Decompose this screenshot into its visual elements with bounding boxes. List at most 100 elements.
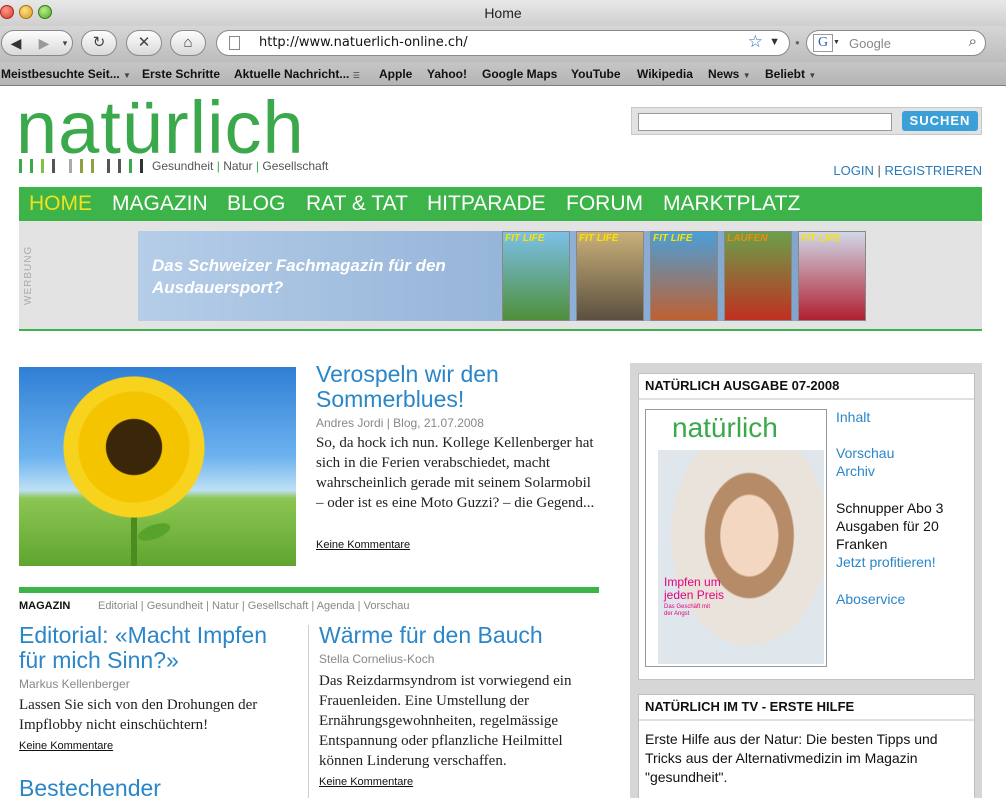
bookmark-label: News — [708, 67, 740, 81]
browser-toolbar: ◀ ▶ ▾ ↻ ✕ ⌂ http://www.natuerlich-online… — [0, 26, 1006, 62]
back-arrow-icon[interactable]: ◀ — [4, 32, 28, 54]
trial-subscription-text: Schnupper Abo 3 Ausgaben für 20 Franken — [836, 500, 944, 552]
column-divider — [308, 625, 309, 798]
issue-box: NATÜRLICH AUSGABE 07-2008 natürlich Impf… — [638, 373, 975, 680]
site-search-input[interactable] — [638, 113, 892, 131]
home-icon[interactable]: ⌂ — [170, 30, 206, 56]
bookmark-google-maps[interactable]: Google Maps — [482, 67, 557, 81]
ad-magazine-cover: FIT LIFE — [798, 231, 866, 321]
bookmark-meistbesuchte[interactable]: Meistbesuchte Seit... ▼ — [1, 67, 131, 81]
article-teaser: Lassen Sie sich von den Drohungen der Im… — [19, 697, 258, 733]
bookmark-label: Google Maps — [482, 67, 558, 81]
cover-photo: Impfen um jeden Preis Das Geschäft mit d… — [658, 450, 824, 664]
url-dropdown-icon[interactable]: ▼ — [769, 36, 780, 48]
chevron-down-icon: ▼ — [742, 71, 751, 80]
back-forward-group: ◀ ▶ ▾ — [1, 30, 73, 56]
bookmark-apple[interactable]: Apple — [379, 67, 412, 81]
search-button[interactable]: SUCHEN — [902, 111, 978, 131]
cover-subline: Das Geschäft mit der Angst — [664, 604, 711, 617]
ad-magazine-cover: FIT LIFE — [502, 231, 570, 321]
magazine-cover-image[interactable]: natürlich Impfen um jeden Preis Das Gesc… — [645, 409, 827, 667]
issue-box-title: NATÜRLICH AUSGABE 07-2008 — [645, 378, 840, 393]
feature-body: So, da hock ich nun. Kollege Kellenberge… — [316, 435, 595, 511]
tv-box-title: NATÜRLICH IM TV - ERSTE HILFE — [645, 699, 855, 714]
login-link[interactable]: LOGIN — [833, 163, 873, 178]
feature-comments-link[interactable]: Keine Kommentare — [316, 539, 410, 551]
search-icon[interactable]: ⌕ — [969, 33, 977, 50]
ad-banner[interactable]: Das Schweizer Fachmagazin für den Ausdau… — [138, 231, 866, 321]
advertising-label: WERBUNG — [23, 245, 34, 305]
bookmark-label: Aktuelle Nachricht... — [234, 67, 350, 81]
bookmark-wikipedia[interactable]: Wikipedia — [637, 67, 693, 81]
browser-search-bar[interactable]: G ▼ Google ⌕ — [806, 30, 986, 56]
ad-magazine-cover: LAUFEN — [724, 231, 792, 321]
subscription-service-link[interactable]: Aboservice — [836, 591, 905, 607]
nav-forum[interactable]: FORUM — [566, 192, 643, 216]
magazin-heading: MAGAZIN — [19, 600, 71, 612]
advertising-band: WERBUNG Das Schweizer Fachmagazin für de… — [19, 221, 982, 331]
site-tagline: Gesundheit | Natur | Gesellschaft — [152, 159, 329, 173]
sunflower-image[interactable] — [19, 367, 296, 566]
bookmark-label: Meistbesuchte Seit... — [1, 67, 120, 81]
article-author: Markus Kellenberger — [19, 677, 130, 691]
article-comments-link[interactable]: Keine Kommentare — [319, 776, 413, 788]
bookmark-label: Beliebt — [765, 67, 806, 81]
nav-home[interactable]: HOME — [29, 192, 92, 216]
url-text[interactable]: http://www.natuerlich-online.ch/ — [259, 35, 468, 50]
page-icon — [229, 36, 240, 50]
article-title[interactable]: Editorial: «Macht Impfen für mich Sinn?» — [19, 623, 299, 673]
nav-blog[interactable]: BLOG — [227, 192, 285, 216]
tv-box: NATÜRLICH IM TV - ERSTE HILFE Erste Hilf… — [638, 694, 975, 798]
address-bar[interactable]: http://www.natuerlich-online.ch/ ☆ ▼ — [216, 30, 790, 56]
section-divider — [19, 587, 599, 593]
chevron-down-icon: ▼ — [123, 71, 131, 80]
bookmark-yahoo[interactable]: Yahoo! — [427, 67, 467, 81]
ad-magazine-cover: FIT LIFE — [576, 231, 644, 321]
nav-rat-tat[interactable]: RAT & TAT — [306, 192, 408, 216]
article-title[interactable]: Bestechender — [19, 776, 299, 798]
nav-magazin[interactable]: MAGAZIN — [112, 192, 208, 216]
issue-contents-link[interactable]: Inhalt — [836, 409, 870, 425]
reload-icon[interactable]: ↻ — [81, 30, 117, 56]
article-title[interactable]: Wärme für den Bauch — [319, 623, 599, 648]
bookmark-star-icon[interactable]: ☆ — [748, 32, 763, 52]
google-engine-icon[interactable]: G — [813, 34, 833, 52]
forward-arrow-icon[interactable]: ▶ — [32, 32, 56, 54]
right-sidebar: NATÜRLICH AUSGABE 07-2008 natürlich Impf… — [630, 363, 982, 798]
bookmark-label: Yahoo! — [427, 67, 468, 81]
main-navigation: HOME MAGAZIN BLOG RAT & TAT HITPARADE FO… — [19, 187, 982, 221]
issue-preview-link[interactable]: Vorschau — [836, 445, 894, 461]
search-placeholder[interactable]: Google — [849, 36, 891, 51]
chevron-down-icon: ▼ — [808, 71, 817, 80]
site-logo[interactable]: natürlich — [16, 91, 305, 165]
article-author: Stella Cornelius-Koch — [319, 652, 435, 666]
bookmark-erste-schritte[interactable]: Erste Schritte — [142, 67, 220, 81]
feature-title[interactable]: Verospeln wir den Sommerblues! — [316, 362, 596, 412]
bookmark-label: Apple — [379, 67, 413, 81]
bookmark-aktuelle[interactable]: Aktuelle Nachricht... ☰ — [234, 67, 360, 81]
rss-icon: ☰ — [352, 71, 360, 80]
tv-box-body: Erste Hilfe aus der Natur: Die besten Ti… — [645, 731, 938, 785]
engine-dropdown-icon[interactable]: ▼ — [833, 39, 840, 46]
nav-marktplatz[interactable]: MARKTPLATZ — [663, 192, 800, 216]
account-links: LOGIN | REGISTRIEREN — [833, 163, 982, 178]
article-comments-link[interactable]: Keine Kommentare — [19, 740, 113, 752]
ad-magazine-cover: FIT LIFE — [650, 231, 718, 321]
resize-handle-icon[interactable]: ● — [795, 38, 800, 47]
bookmark-label: Wikipedia — [637, 67, 693, 81]
window-title: Home — [484, 5, 522, 21]
register-link[interactable]: REGISTRIEREN — [884, 163, 982, 178]
bookmark-news[interactable]: News ▼ — [708, 67, 751, 81]
bookmark-beliebt[interactable]: Beliebt ▼ — [765, 67, 816, 81]
bookmark-label: YouTube — [571, 67, 621, 81]
cover-logo: natürlich — [672, 412, 778, 443]
magazin-categories[interactable]: Editorial | Gesundheit | Natur | Gesells… — [98, 600, 409, 612]
stop-icon[interactable]: ✕ — [126, 30, 162, 56]
nav-hitparade[interactable]: HITPARADE — [427, 192, 546, 216]
cover-headline: Impfen um jeden Preis — [664, 575, 725, 602]
issue-archive-link[interactable]: Archiv — [836, 463, 875, 479]
history-dropdown-icon[interactable]: ▾ — [58, 32, 72, 54]
bookmark-youtube[interactable]: YouTube — [571, 67, 621, 81]
subscribe-link[interactable]: Jetzt profitieren! — [836, 554, 936, 570]
article-teaser: Das Reizdarmsyndrom ist vorwiegend ein F… — [319, 673, 572, 769]
